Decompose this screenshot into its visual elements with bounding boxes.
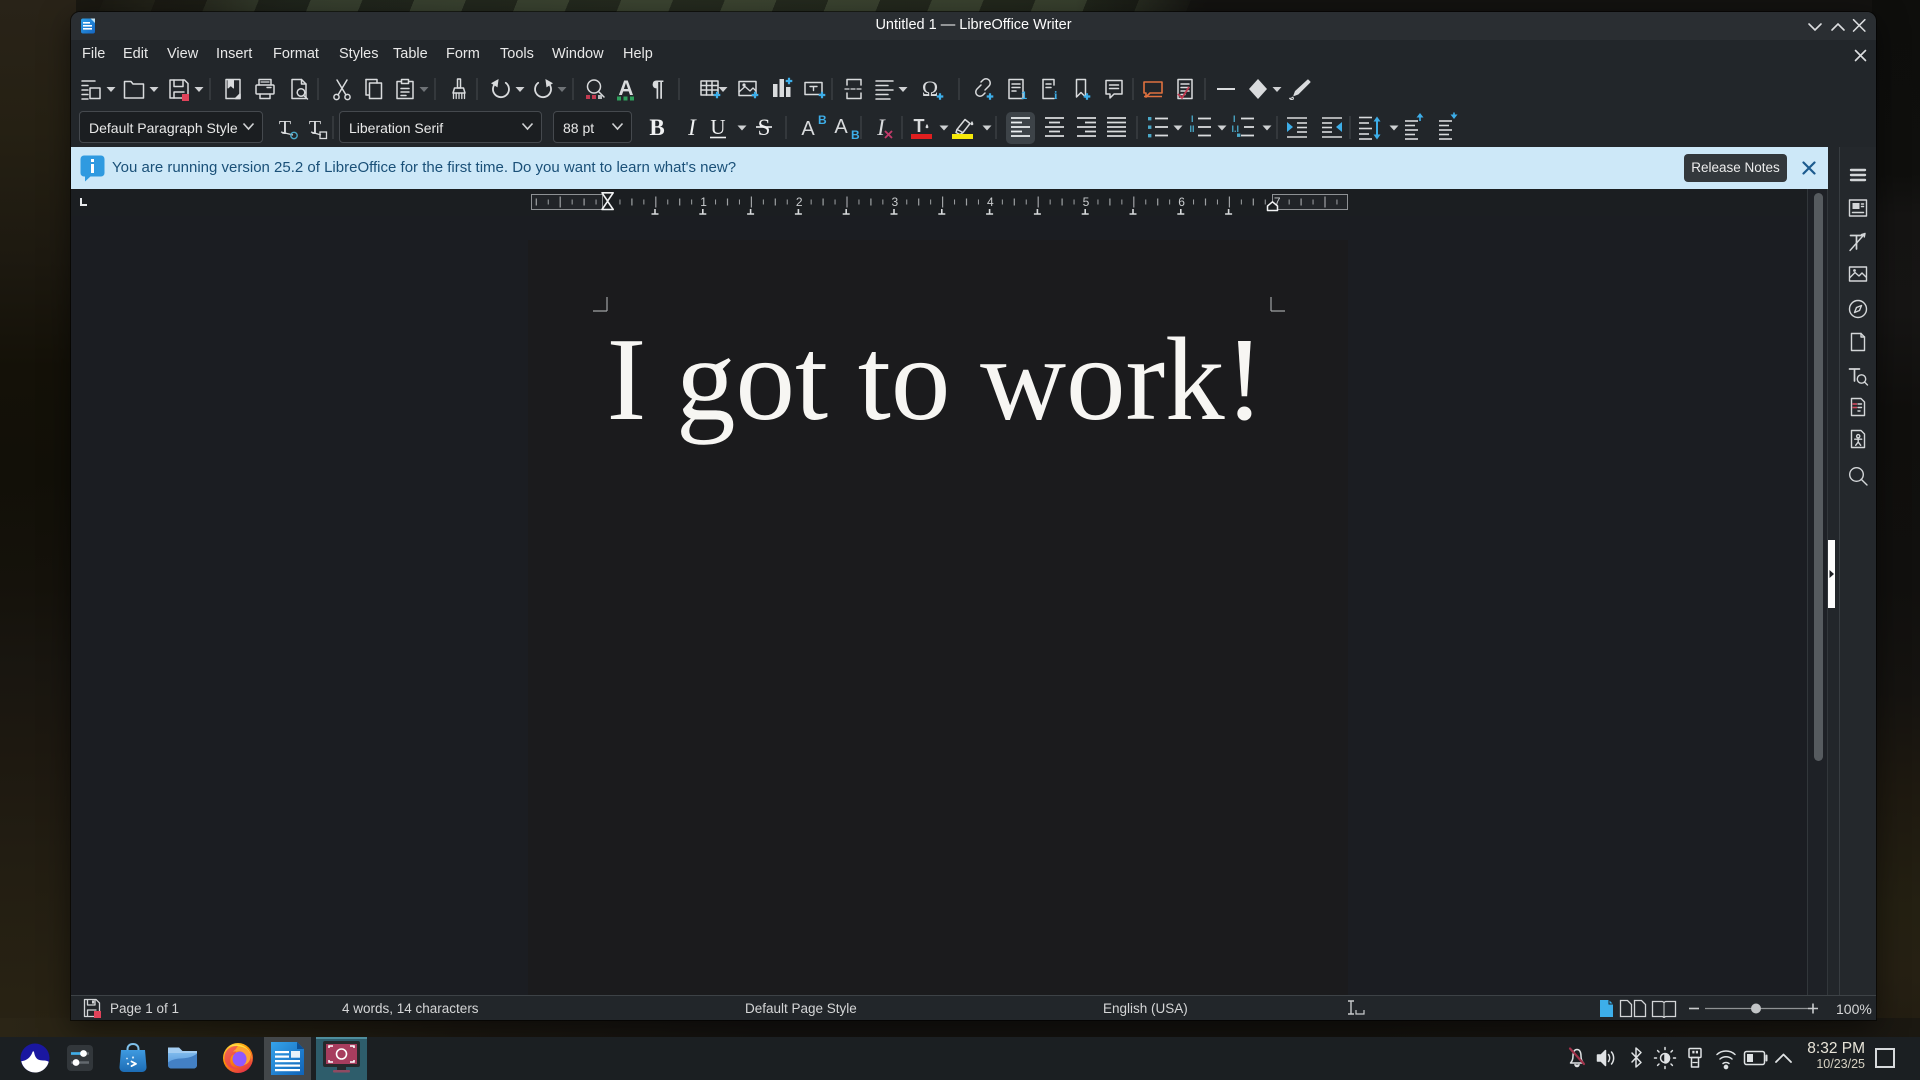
svg-text:Ω: Ω <box>922 76 938 101</box>
svg-text:I: I <box>876 115 886 140</box>
svg-text:T: T <box>309 117 321 139</box>
svg-text:B: B <box>851 128 860 142</box>
svg-text:2: 2 <box>796 195 803 209</box>
svg-text:1: 1 <box>1021 90 1027 102</box>
svg-text:I: I <box>687 115 697 140</box>
svg-text:I: I <box>1233 114 1236 124</box>
svg-text:T: T <box>914 116 925 136</box>
svg-text:II: II <box>1190 124 1195 134</box>
svg-text:¶: ¶ <box>652 76 664 101</box>
svg-text:5: 5 <box>1083 195 1090 209</box>
svg-text:U: U <box>710 115 725 139</box>
svg-text:4: 4 <box>987 195 994 209</box>
svg-text:I.I: I.I <box>1232 124 1240 134</box>
svg-text:A: A <box>834 116 848 138</box>
svg-text:i: i <box>1054 88 1058 102</box>
svg-text:I: I <box>1191 114 1194 124</box>
svg-text:A: A <box>801 118 815 140</box>
svg-text:3: 3 <box>891 195 898 209</box>
svg-text:B: B <box>818 113 827 127</box>
svg-text:1: 1 <box>700 195 707 209</box>
svg-text:6: 6 <box>1178 195 1185 209</box>
svg-text:T: T <box>279 117 291 139</box>
svg-text:B: B <box>649 115 664 140</box>
